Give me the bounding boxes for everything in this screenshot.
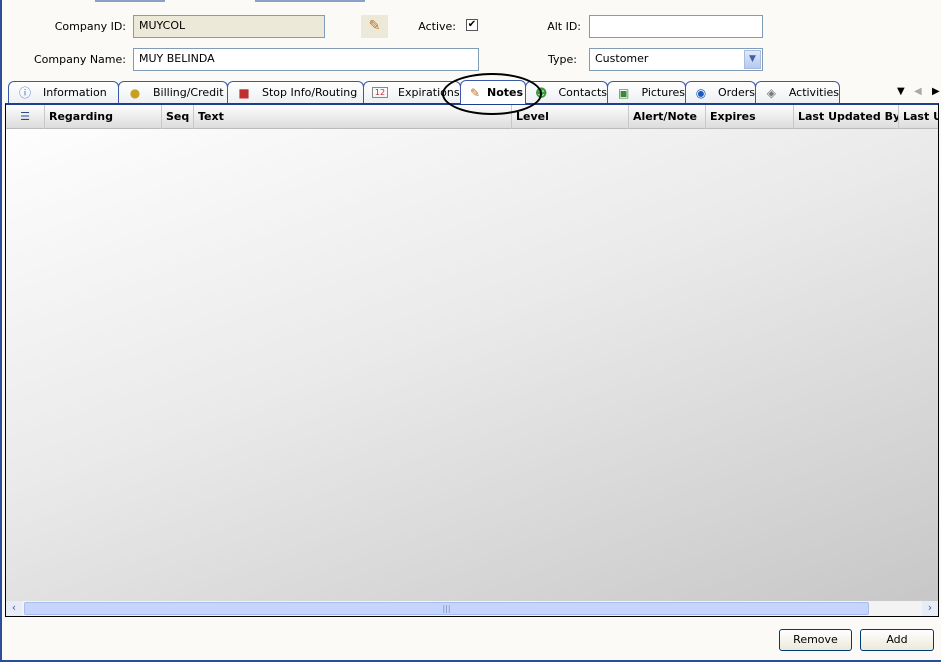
scrollbar-thumb[interactable]: ||| — [24, 602, 869, 615]
grid-header: ☰ Regarding Seq Text Level Alert/Note Ex… — [6, 105, 938, 129]
edit-pencil-button[interactable]: ✎ — [361, 15, 388, 38]
tab-orders[interactable]: ◉ Orders — [685, 81, 756, 103]
calendar-icon: 12 — [372, 87, 388, 98]
company-id-field[interactable]: MUYCOL — [133, 15, 325, 38]
company-name-field[interactable]: MUY BELINDA — [133, 48, 479, 71]
parent-tab-edge — [255, 0, 365, 2]
scroll-left-icon[interactable]: ‹ — [6, 601, 22, 616]
alt-id-field[interactable] — [589, 15, 763, 38]
column-last-updated-by[interactable]: Last Updated By — [794, 105, 899, 129]
parent-tab-edge — [95, 0, 165, 2]
tab-list-dropdown-icon[interactable]: ▼ — [897, 86, 905, 97]
column-last-updated[interactable]: Last U — [899, 105, 938, 129]
column-level[interactable]: Level — [512, 105, 629, 129]
type-value: Customer — [595, 52, 649, 65]
column-text[interactable]: Text — [194, 105, 512, 129]
tab-stop-info-routing[interactable]: ■ Stop Info/Routing — [227, 81, 364, 103]
tab-contacts[interactable]: ☻ Contacts — [525, 81, 608, 103]
company-id-label: Company ID: — [54, 20, 126, 33]
tab-pictures[interactable]: ▣ Pictures — [607, 81, 686, 103]
activity-icon: ◈ — [766, 85, 777, 100]
company-name-label: Company Name: — [34, 53, 126, 66]
picture-icon: ▣ — [618, 85, 630, 100]
tab-activities[interactable]: ◈ Activities — [755, 81, 840, 103]
column-regarding[interactable]: Regarding — [45, 105, 162, 129]
truck-icon: ■ — [238, 85, 250, 100]
people-icon: ☻ — [534, 85, 548, 100]
type-label: Type: — [548, 53, 577, 66]
active-checkbox[interactable]: ✔ — [466, 19, 478, 31]
tab-expirations[interactable]: 12 Expirations — [363, 81, 461, 103]
pencil-icon: ✎ — [368, 18, 381, 34]
box-icon: ◉ — [695, 85, 707, 100]
tab-scroll-right-icon[interactable]: ▶ — [932, 86, 940, 97]
column-expires[interactable]: Expires — [706, 105, 794, 129]
chevron-down-icon[interactable]: ▼ — [744, 50, 761, 69]
type-select[interactable]: Customer ▼ — [589, 48, 763, 71]
tab-information[interactable]: ⓘ Information — [8, 81, 119, 103]
info-icon: ⓘ — [18, 86, 31, 100]
notes-grid[interactable]: ☰ Regarding Seq Text Level Alert/Note Ex… — [5, 103, 939, 617]
scroll-right-icon[interactable]: › — [922, 601, 938, 616]
column-chooser-icon[interactable]: ☰ — [6, 105, 45, 129]
tab-scroll-left-icon[interactable]: ◀ — [914, 86, 922, 97]
tab-notes[interactable]: ✎ Notes — [460, 80, 526, 104]
add-button[interactable]: Add — [860, 629, 934, 651]
alt-id-label: Alt ID: — [547, 20, 581, 33]
tab-billing-credit[interactable]: ● Billing/Credit — [118, 81, 228, 103]
remove-button[interactable]: Remove — [779, 629, 852, 651]
active-label: Active: — [418, 20, 456, 33]
column-seq[interactable]: Seq — [162, 105, 194, 129]
column-alert-note[interactable]: Alert/Note — [629, 105, 706, 129]
pencil-icon: ✎ — [469, 85, 481, 100]
horizontal-scrollbar[interactable]: ‹ ||| › — [6, 601, 938, 616]
money-bag-icon: ● — [129, 85, 141, 100]
